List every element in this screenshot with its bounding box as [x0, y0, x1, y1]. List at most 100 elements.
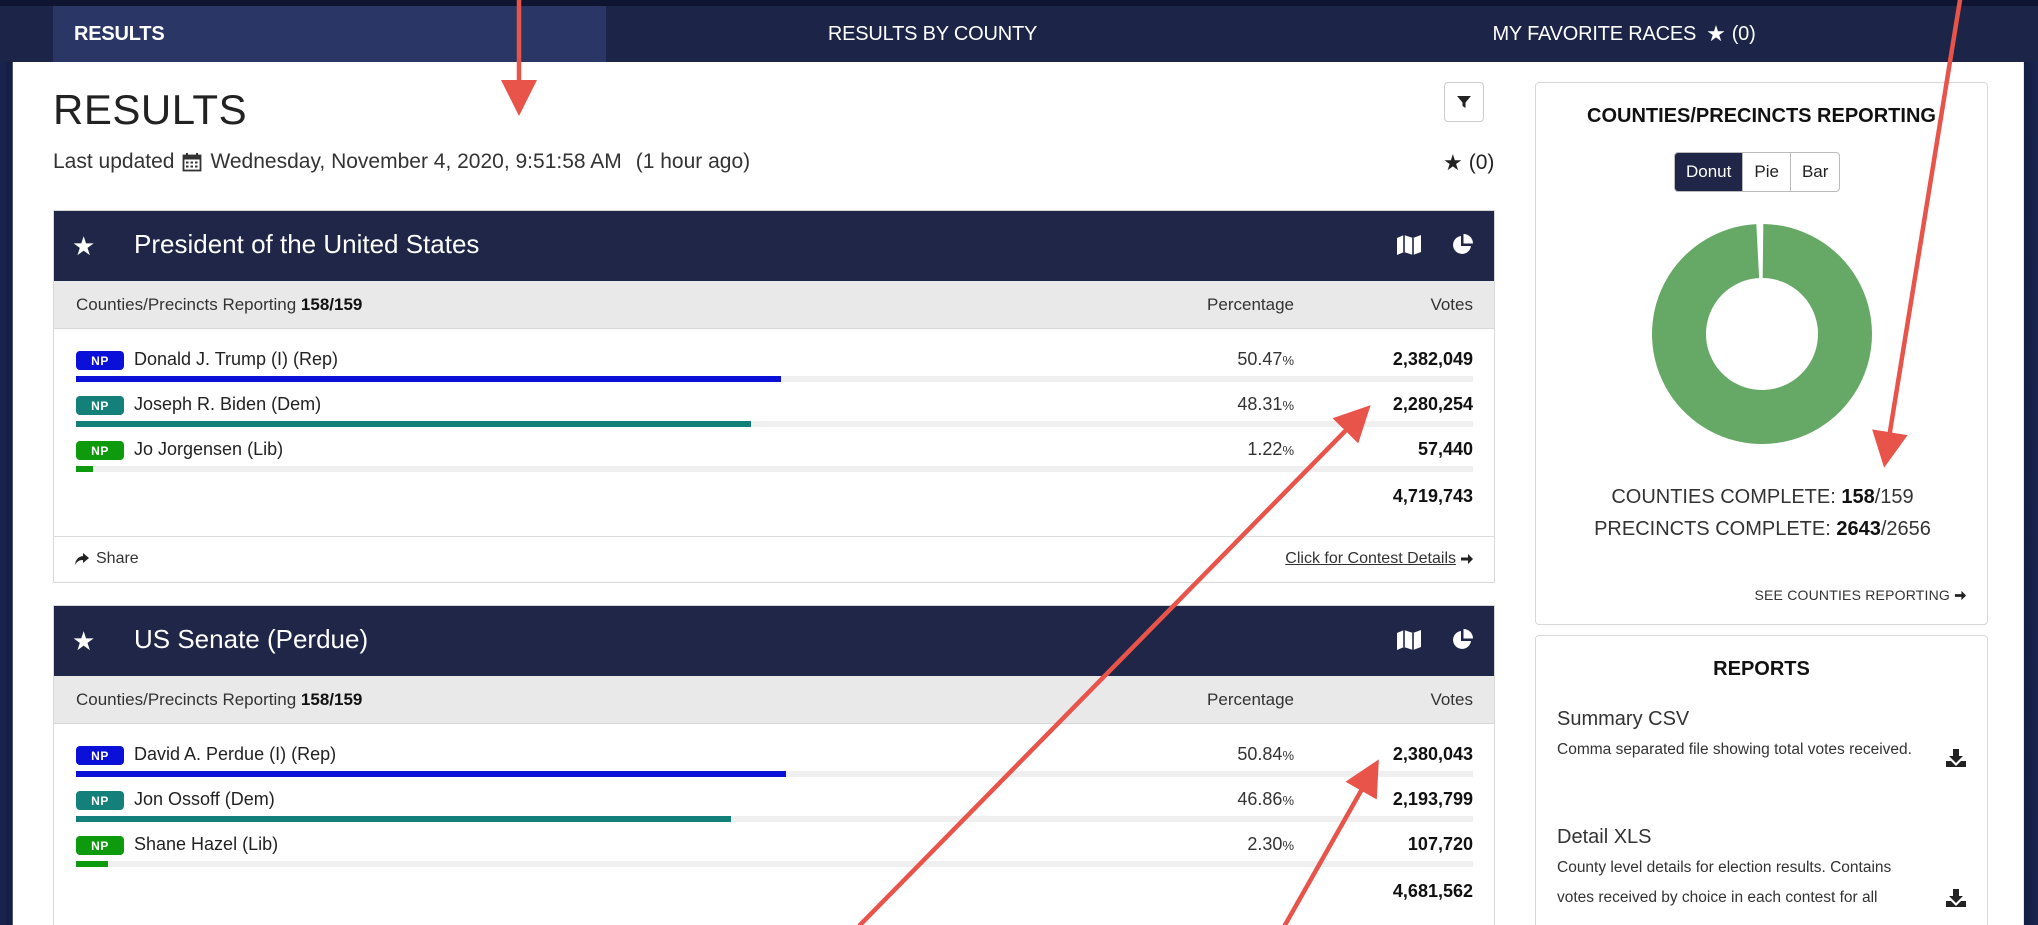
chart-option-donut[interactable]: Donut — [1675, 153, 1743, 191]
report-description: County level details for election result… — [1557, 859, 1892, 906]
favorites-filter[interactable]: ★ (0) — [1443, 150, 1494, 176]
map-icon[interactable] — [1396, 628, 1422, 652]
top-nav: RESULTS RESULTS BY COUNTY MY FAVORITE RA… — [0, 0, 2038, 62]
total-row: 4,719,743 — [54, 474, 1494, 520]
percentage-value: 2.30 — [1247, 834, 1283, 854]
last-updated: Last updated Wednesday, November 4, 2020… — [53, 150, 750, 174]
page-title: RESULTS — [53, 86, 248, 133]
counties-total: /159 — [1874, 486, 1914, 508]
vote-share-fill — [76, 376, 782, 382]
last-updated-value: Wednesday, November 4, 2020, 9:51:58 AM — [210, 150, 622, 173]
percentage-value: 50.84 — [1237, 744, 1283, 764]
percentage-value: 1.22 — [1247, 439, 1283, 459]
candidate-votes: 2,380,043 — [1392, 744, 1473, 764]
counties-complete: COUNTIES COMPLETE: 158/159 — [1536, 486, 1989, 509]
contest-title: President of the United States — [134, 229, 480, 259]
candidate-name: Donald J. Trump (I) (Rep) — [134, 349, 339, 369]
pie-chart-icon[interactable] — [1450, 628, 1474, 652]
party-badge: NP — [76, 351, 124, 370]
tab-my-favorite-races-label: MY FAVORITE RACES — [1492, 22, 1697, 45]
favorite-star-icon[interactable]: ★ — [72, 626, 95, 657]
percentage-value: 48.31 — [1237, 394, 1283, 414]
candidate-votes: 2,382,049 — [1392, 349, 1473, 369]
candidate-name: David A. Perdue (I) (Rep) — [134, 744, 337, 764]
reporting-label: Counties/Precincts Reporting — [76, 295, 297, 314]
candidate-list: NP Donald J. Trump (I) (Rep) 50.47% 2,382,0… — [54, 339, 1494, 474]
candidate-name: Shane Hazel (Lib) — [134, 834, 279, 854]
candidate-row: NP Jon Ossoff (Dem) 46.86% 2,193,799 — [54, 779, 1494, 824]
candidate-list: NP David A. Perdue (I) (Rep) 50.84% 2,380,0… — [54, 734, 1494, 869]
candidate-name: Jo Jorgensen (Lib) — [134, 439, 284, 459]
candidate-percentage: 48.31% — [1237, 394, 1294, 415]
contest-subheader: Counties/Precincts Reporting 158/159 Per… — [54, 281, 1494, 329]
chart-option-bar[interactable]: Bar — [1789, 153, 1839, 191]
vote-share-bar — [76, 421, 1473, 427]
candidate-votes: 2,280,254 — [1392, 394, 1473, 414]
candidate-votes: 107,720 — [1407, 834, 1473, 854]
candidate-percentage: 50.84% — [1237, 744, 1294, 765]
party-badge: NP — [76, 396, 124, 415]
percentage-column-header: Percentage — [1207, 690, 1294, 709]
tab-results-label: RESULTS — [74, 22, 165, 45]
see-counties-label: SEE COUNTIES REPORTING — [1754, 587, 1950, 603]
precincts-complete-count: 2643 — [1836, 518, 1881, 540]
report-description: Comma separated file showing total votes… — [1557, 741, 1912, 758]
candidate-name: Jon Ossoff (Dem) — [134, 789, 275, 809]
map-icon[interactable] — [1396, 233, 1422, 257]
contest-subheader: Counties/Precincts Reporting 158/159 Per… — [54, 676, 1494, 724]
tab-results-by-county[interactable]: RESULTS BY COUNTY — [606, 6, 1259, 62]
percentage-column-header: Percentage — [1207, 295, 1294, 314]
candidate-percentage: 50.47% — [1237, 349, 1294, 370]
arrow-right-icon — [1954, 590, 1967, 600]
reporting-donut-chart — [1652, 224, 1872, 444]
star-icon: ★ — [1443, 150, 1463, 175]
share-icon — [75, 553, 89, 565]
contest-details-link[interactable]: Click for Contest Details — [1285, 550, 1474, 568]
see-counties-reporting-link[interactable]: SEE COUNTIES REPORTING — [1754, 587, 1967, 603]
tab-results-by-county-label: RESULTS BY COUNTY — [827, 22, 1038, 45]
percent-sign: % — [1282, 793, 1294, 808]
candidate-row: NP Shane Hazel (Lib) 2.30% 107,720 — [54, 824, 1494, 869]
party-badge: NP — [76, 836, 124, 855]
report-summary-csv: Summary CSV Comma separated file showing… — [1557, 708, 1967, 768]
vote-share-bar — [76, 376, 1473, 382]
filter-icon — [1457, 96, 1471, 108]
favorite-star-icon[interactable]: ★ — [72, 231, 95, 262]
vote-share-fill — [76, 466, 94, 472]
votes-column-header: Votes — [1430, 295, 1473, 314]
candidate-votes: 2,193,799 — [1392, 789, 1473, 809]
party-badge: NP — [76, 746, 124, 765]
tab-results[interactable]: RESULTS — [53, 6, 606, 62]
reporting-label: Counties/Precincts Reporting — [76, 690, 297, 709]
filter-button[interactable] — [1444, 82, 1484, 122]
contest-card: ★ US Senate (Perdue) Counties/Precincts … — [53, 605, 1495, 925]
candidate-name: Joseph R. Biden (Dem) — [134, 394, 322, 414]
reports-panel: REPORTS Summary CSV Comma separated file… — [1535, 635, 1988, 925]
reporting-value: 158/159 — [300, 690, 363, 709]
candidate-row: NP David A. Perdue (I) (Rep) 50.84% 2,380,0… — [54, 734, 1494, 779]
report-title: Detail XLS — [1557, 826, 1652, 848]
total-row: 4,681,562 — [54, 869, 1494, 915]
percentage-value: 50.47 — [1237, 349, 1283, 369]
candidate-percentage: 46.86% — [1237, 789, 1294, 810]
percent-sign: % — [1282, 748, 1294, 763]
reporting-status: Counties/Precincts Reporting 158/159 — [76, 690, 362, 710]
share-button[interactable]: Share — [74, 550, 139, 568]
star-icon: ★ — [1706, 21, 1726, 46]
download-icon[interactable] — [1945, 888, 1967, 908]
pie-chart-icon[interactable] — [1450, 233, 1474, 257]
arrow-right-icon — [1461, 554, 1473, 564]
contest-card: ★ President of the United States Countie… — [53, 210, 1495, 583]
reporting-panel: COUNTIES/PRECINCTS REPORTING Donut Pie B… — [1535, 82, 1988, 625]
vote-share-fill — [76, 421, 751, 427]
chart-type-toggle: Donut Pie Bar — [1674, 152, 1841, 192]
vote-share-bar — [76, 466, 1473, 472]
vote-share-fill — [76, 771, 787, 777]
contest-title: US Senate (Perdue) — [134, 624, 369, 654]
tab-my-favorite-races[interactable]: MY FAVORITE RACES ★ (0) — [1259, 6, 1989, 62]
candidate-percentage: 2.30% — [1247, 834, 1294, 855]
favorites-filter-count: (0) — [1468, 151, 1495, 174]
chart-option-pie[interactable]: Pie — [1742, 153, 1790, 191]
download-icon[interactable] — [1945, 748, 1967, 768]
candidate-percentage: 1.22% — [1247, 439, 1294, 460]
